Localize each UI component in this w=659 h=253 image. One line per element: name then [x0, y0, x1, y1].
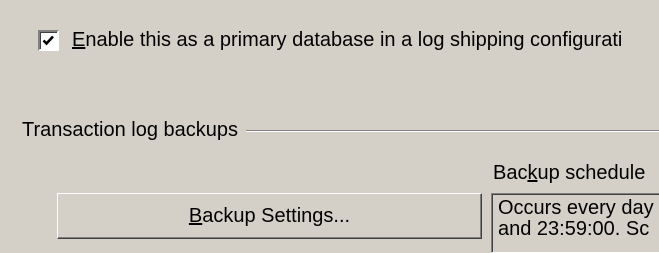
backup-schedule-label: Backup schedule [493, 162, 645, 184]
group-separator [246, 130, 659, 132]
enable-primary-database-mnemonic: E [72, 29, 86, 51]
backup-settings-mnemonic: B [188, 204, 203, 227]
backup-schedule-label-pre: Bac [493, 162, 528, 184]
enable-primary-database-label-text: nable this as a primary database in a lo… [85, 29, 623, 51]
backup-settings-label: ackup Settings... [202, 204, 351, 227]
backup-settings-button[interactable]: Backup Settings... [57, 193, 482, 239]
checkmark-icon [42, 35, 54, 45]
enable-primary-database-label[interactable]: Enable this as a primary database in a l… [72, 29, 622, 51]
backup-schedule-label-mnemonic: k [527, 162, 538, 184]
transaction-log-backups-group: Transaction log backups [22, 118, 659, 142]
enable-primary-database-checkbox[interactable] [38, 29, 59, 51]
enable-primary-database-option[interactable]: Enable this as a primary database in a l… [38, 29, 622, 51]
backup-schedule-line-2: and 23:59:00. Sc [498, 218, 650, 240]
transaction-log-backups-title: Transaction log backups [22, 119, 239, 141]
backup-schedule-line-1: Occurs every day [498, 197, 654, 219]
backup-schedule-label-post: up schedule [537, 162, 646, 184]
backup-schedule-textbox[interactable]: Occurs every day and 23:59:00. Sc [491, 193, 659, 253]
